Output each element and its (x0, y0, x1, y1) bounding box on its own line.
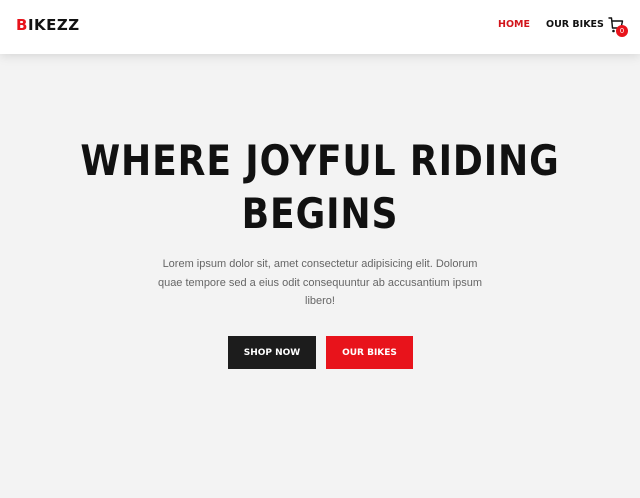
hero-description: Lorem ipsum dolor sit, amet consectetur … (157, 258, 483, 307)
cart-button[interactable]: 0 (608, 17, 628, 39)
logo-initial: B (16, 16, 28, 34)
hero-title: WHERE JOYFUL RIDING BEGINS (80, 136, 560, 238)
nav-links: HOME OUR BIKES (498, 19, 604, 31)
shop-now-button[interactable]: SHOP NOW (228, 336, 316, 369)
nav-home-link[interactable]: HOME (498, 19, 546, 31)
navbar: BIKEZZ HOME OUR BIKES 0 (0, 0, 640, 54)
logo-text: IKEZZ (27, 16, 80, 34)
our-bikes-button[interactable]: OUR BIKES (326, 336, 413, 369)
cart-count-badge: 0 (616, 25, 628, 37)
nav-our-bikes-link[interactable]: OUR BIKES (546, 19, 604, 31)
logo[interactable]: BIKEZZ (16, 16, 80, 34)
hero-section: WHERE JOYFUL RIDING BEGINS Lorem ipsum d… (0, 54, 640, 498)
